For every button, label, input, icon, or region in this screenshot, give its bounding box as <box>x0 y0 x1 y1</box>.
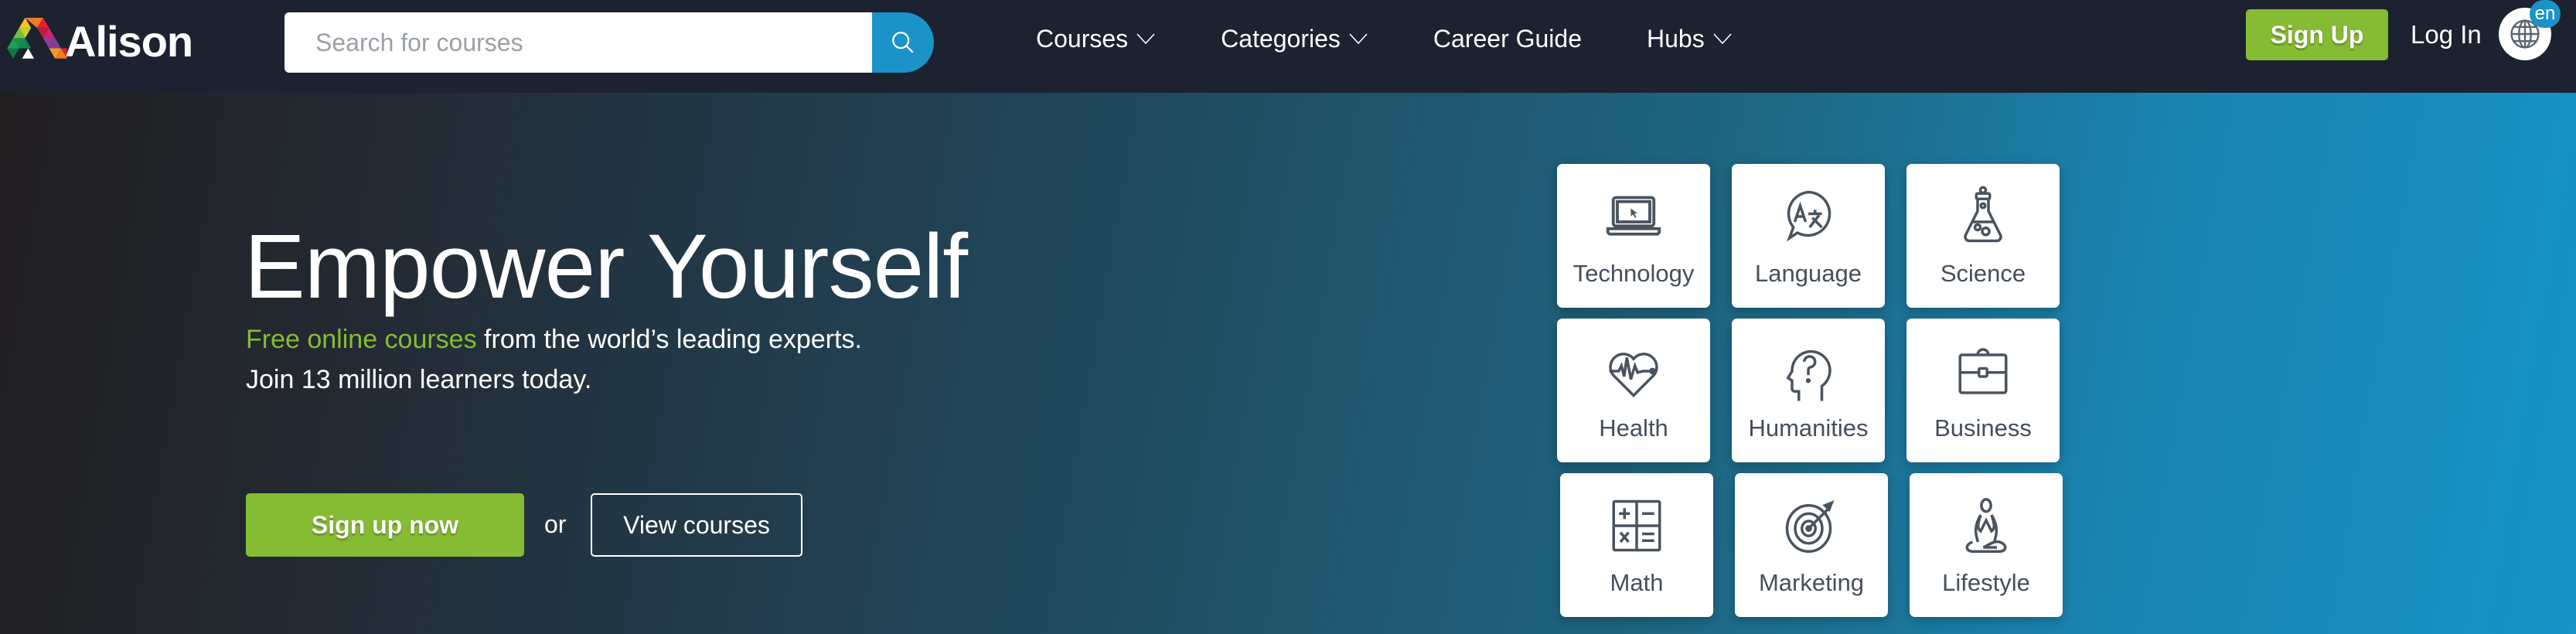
laptop-icon <box>1606 196 1661 236</box>
category-card-health[interactable]: Health <box>1557 319 1710 462</box>
math-operators-icon <box>1612 499 1661 552</box>
category-card-technology[interactable]: Technology <box>1557 164 1710 308</box>
search-bar <box>285 12 934 73</box>
category-label: Math <box>1610 569 1664 596</box>
category-card-marketing[interactable]: Marketing <box>1735 473 1888 617</box>
main-nav: Courses Categories Career Guide Hubs <box>1036 15 1797 62</box>
nav-categories-label: Categories <box>1221 24 1341 53</box>
nav-hubs-label: Hubs <box>1647 24 1705 53</box>
category-label: Marketing <box>1758 569 1865 596</box>
chevron-down-icon <box>1713 33 1732 45</box>
hero-subtagline: Join 13 million learners today. <box>246 365 592 394</box>
category-label: Humanities <box>1748 414 1869 441</box>
chevron-down-icon <box>1136 33 1155 45</box>
nav-career-guide-label: Career Guide <box>1433 24 1582 53</box>
nav-courses[interactable]: Courses <box>1036 25 1156 53</box>
view-courses-button[interactable]: View courses <box>591 493 802 557</box>
site-header: Alison Courses Categories Career Guide H… <box>0 0 2576 93</box>
category-label: Lifestyle <box>1942 569 2030 596</box>
brand-logo[interactable]: Alison <box>6 17 193 66</box>
nav-courses-label: Courses <box>1036 24 1129 53</box>
search-button[interactable] <box>872 12 934 73</box>
hero-tagline-accent: Free online courses <box>246 325 477 354</box>
flask-icon <box>1964 186 2002 243</box>
category-card-math[interactable]: Math <box>1560 473 1713 617</box>
category-label: Language <box>1755 260 1862 287</box>
nav-hubs[interactable]: Hubs <box>1647 25 1733 53</box>
brand-name: Alison <box>65 17 193 66</box>
category-card-business[interactable]: Business <box>1906 319 2060 462</box>
hero-section: Empower Yourself Free online courses fro… <box>0 93 2576 634</box>
translate-bubble-icon <box>1786 190 1831 242</box>
chevron-down-icon <box>1349 33 1368 45</box>
hero-tagline: Free online courses from the world’s lea… <box>246 325 862 355</box>
sign-up-button[interactable]: Sign Up <box>2246 9 2388 60</box>
meditation-icon <box>1965 498 2007 553</box>
target-icon <box>1785 500 1835 553</box>
category-label: Health <box>1599 414 1668 441</box>
search-input[interactable] <box>285 12 872 73</box>
category-card-science[interactable]: Science <box>1906 164 2060 308</box>
hero-tagline-rest: from the world’s leading experts. <box>476 325 862 354</box>
category-label: Science <box>1940 260 2026 287</box>
language-badge: en <box>2530 0 2561 28</box>
nav-career-guide[interactable]: Career Guide <box>1433 25 1582 53</box>
category-card-lifestyle[interactable]: Lifestyle <box>1910 473 2063 617</box>
heart-pulse-icon <box>1609 353 1658 397</box>
alison-logo-icon <box>7 18 67 59</box>
hero-title: Empower Yourself <box>244 216 968 318</box>
nav-categories[interactable]: Categories <box>1221 25 1368 53</box>
category-card-language[interactable]: Language <box>1732 164 1885 308</box>
category-label: Technology <box>1573 260 1695 287</box>
or-separator: or <box>544 510 567 538</box>
briefcase-icon <box>1958 348 2008 394</box>
log-in-link[interactable]: Log In <box>2411 17 2482 53</box>
category-label: Business <box>1934 414 2032 441</box>
head-question-icon <box>1786 349 1831 401</box>
sign-up-now-button[interactable]: Sign up now <box>246 493 524 557</box>
category-card-humanities[interactable]: Humanities <box>1732 319 1885 462</box>
search-icon <box>892 32 914 53</box>
